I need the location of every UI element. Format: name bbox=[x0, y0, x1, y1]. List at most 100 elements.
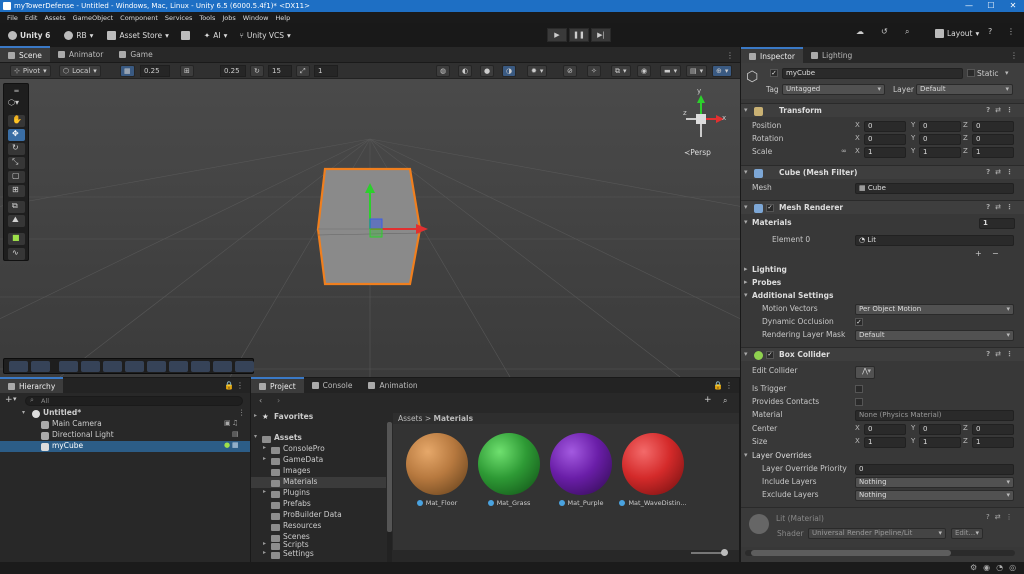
global-view-button[interactable]: ◍ bbox=[436, 65, 451, 77]
rendering-layer-mask-dropdown[interactable]: Default bbox=[855, 330, 1014, 341]
hand-tool-button[interactable]: ✋ bbox=[8, 115, 25, 127]
folder-row[interactable]: ▸ Settings bbox=[251, 549, 386, 560]
perspective-label[interactable]: ≺Persp bbox=[684, 148, 711, 157]
more-icon[interactable]: ⋮ bbox=[238, 408, 246, 417]
more-icon[interactable]: ⋮ bbox=[1010, 51, 1018, 60]
add-object-button[interactable]: + bbox=[5, 395, 13, 405]
more-icon[interactable]: ⋮ bbox=[1007, 27, 1015, 36]
menu-window[interactable]: Window bbox=[243, 14, 269, 22]
grid-size-field[interactable]: 0.25 bbox=[140, 65, 170, 77]
scrollbar-thumb[interactable] bbox=[751, 550, 951, 556]
scale-snap-field[interactable]: 1 bbox=[314, 65, 338, 77]
motion-vectors-dropdown[interactable]: Per Object Motion bbox=[855, 304, 1014, 315]
tab-hierarchy[interactable]: Hierarchy bbox=[0, 377, 64, 393]
hierarchy-item[interactable]: Main Camera ▣ ♫ bbox=[0, 419, 250, 430]
shader-dropdown[interactable]: Universal Render Pipeline/Lit bbox=[808, 528, 946, 539]
remove-element-button[interactable]: − bbox=[992, 249, 999, 258]
menu-gameobject[interactable]: GameObject bbox=[73, 14, 114, 22]
folder-row[interactable]: Images bbox=[251, 466, 386, 477]
size-z[interactable]: 1 bbox=[972, 437, 1014, 448]
box-collider-header[interactable]: ▾ ✓ Box Collider ?⇄⋮ bbox=[741, 347, 1024, 361]
rotate-snap-toggle[interactable]: ↻ bbox=[250, 65, 264, 77]
tab-project[interactable]: Project bbox=[251, 377, 304, 393]
breadcrumb-materials[interactable]: Materials bbox=[434, 414, 474, 423]
forward-arrow-icon[interactable]: › bbox=[277, 396, 280, 405]
position-y[interactable]: 0 bbox=[919, 121, 961, 132]
more-icon[interactable]: ⋮ bbox=[236, 381, 244, 390]
lock-icon[interactable]: 🔒 bbox=[713, 381, 723, 390]
scale-tool-button[interactable]: ⤡ bbox=[8, 157, 25, 169]
box-collider-enabled-checkbox[interactable]: ✓ bbox=[766, 351, 774, 359]
more-icon[interactable]: ⋮ bbox=[725, 381, 733, 390]
breadcrumb-assets[interactable]: Assets bbox=[398, 414, 422, 423]
material-asset[interactable]: Mat_Purple bbox=[547, 433, 615, 508]
hierarchy-scene-row[interactable]: ▾ Untitled* ⋮ bbox=[0, 408, 250, 419]
size-y[interactable]: 1 bbox=[919, 437, 961, 448]
close-button[interactable]: ✕ bbox=[1002, 0, 1024, 12]
mesh-renderer-enabled-checkbox[interactable]: ✓ bbox=[766, 204, 774, 212]
scene-view-dropdown[interactable]: ▤ ▾ bbox=[686, 65, 708, 77]
component-menu-icons[interactable]: ?⇄⋮ bbox=[986, 513, 1018, 521]
material-asset[interactable]: Mat_Grass bbox=[475, 433, 543, 508]
chevron-down-icon[interactable]: ▾ bbox=[1005, 69, 1009, 77]
pb-tool-5[interactable] bbox=[103, 361, 122, 372]
rotation-y[interactable]: 0 bbox=[919, 134, 961, 145]
link-icon[interactable]: ∞ bbox=[841, 147, 847, 155]
mesh-renderer-header[interactable]: ▾ ✓ Mesh Renderer ?⇄⋮ bbox=[741, 200, 1024, 214]
dynamic-occlusion-checkbox[interactable]: ✓ bbox=[855, 318, 863, 326]
scene-viewport[interactable]: y x z ≺Persp bbox=[0, 79, 740, 377]
folder-tree-scrollbar[interactable] bbox=[387, 422, 392, 562]
element0-field[interactable]: ◔ Lit bbox=[855, 235, 1014, 246]
account-dropdown[interactable]: RB ▾ bbox=[64, 30, 93, 40]
favorites-row[interactable]: ▸ ★ Favorites bbox=[251, 412, 386, 423]
lit-material-title[interactable]: Lit (Material) bbox=[776, 514, 824, 523]
minimize-button[interactable]: — bbox=[958, 0, 980, 12]
chevron-down-icon[interactable]: ▾ bbox=[13, 395, 17, 403]
center-x[interactable]: 0 bbox=[864, 424, 906, 435]
expand-arrow-icon[interactable]: ▾ bbox=[22, 409, 25, 416]
layer-overrides-section[interactable]: ▾ Layer Overrides bbox=[741, 450, 1024, 463]
hierarchy-search-input[interactable]: All bbox=[25, 396, 243, 406]
materials-section[interactable]: ▾ Materials 1 bbox=[741, 217, 1024, 230]
provides-contacts-checkbox[interactable] bbox=[855, 398, 863, 406]
shading-solid-button[interactable]: ● bbox=[480, 65, 495, 77]
folder-row[interactable]: ▸ GameData bbox=[251, 455, 386, 466]
exclude-layers-dropdown[interactable]: Nothing bbox=[855, 490, 1014, 501]
object-name-field[interactable]: myCube bbox=[782, 68, 963, 79]
hierarchy-item[interactable]: Directional Light ▤ bbox=[0, 430, 250, 441]
tab-scene[interactable]: Scene bbox=[0, 46, 50, 62]
inspector-horizontal-scrollbar[interactable] bbox=[745, 550, 1015, 556]
tab-game[interactable]: Game bbox=[111, 46, 160, 62]
spline-tool-button[interactable]: ∿ bbox=[8, 248, 25, 260]
status-icons[interactable]: ⚙◉◔◎ bbox=[970, 563, 1022, 572]
mesh-filter-header[interactable]: ▾ Cube (Mesh Filter) ?⇄⋮ bbox=[741, 165, 1024, 179]
more-icon[interactable]: ⋮ bbox=[726, 51, 734, 60]
collider-material-field[interactable]: None (Physics Material) bbox=[855, 410, 1014, 421]
menu-tools[interactable]: Tools bbox=[199, 14, 215, 22]
component-menu-icons[interactable]: ?⇄⋮ bbox=[986, 350, 1018, 358]
menu-help[interactable]: Help bbox=[275, 14, 290, 22]
menu-component[interactable]: Component bbox=[120, 14, 158, 22]
folder-row[interactable]: Resources bbox=[251, 521, 386, 532]
active-checkbox[interactable]: ✓ bbox=[770, 69, 778, 77]
ai-dropdown[interactable]: ✦ AI ▾ bbox=[204, 31, 227, 40]
audio-toggle[interactable]: ⊘ bbox=[563, 65, 577, 77]
shading-wire-button[interactable]: ◐ bbox=[458, 65, 473, 77]
rotation-z[interactable]: 0 bbox=[972, 134, 1014, 145]
folder-row[interactable]: ▸ ConsolePro bbox=[251, 444, 386, 455]
pivot-dropdown[interactable]: ⊹ Pivot ▾ bbox=[10, 65, 51, 77]
layers-visibility-dropdown[interactable]: ⧉ ▾ bbox=[611, 65, 631, 77]
probuilder-tool-button[interactable]: ■ bbox=[8, 233, 25, 245]
probes-section[interactable]: ▸ Probes bbox=[741, 277, 1024, 290]
include-layers-dropdown[interactable]: Nothing bbox=[855, 477, 1014, 488]
play-button[interactable]: ▶ bbox=[547, 28, 567, 42]
package-button[interactable] bbox=[180, 30, 190, 40]
additional-settings-section[interactable]: ▾ Additional Settings bbox=[741, 290, 1024, 303]
is-trigger-checkbox[interactable] bbox=[855, 385, 863, 393]
shading-lit-button[interactable]: ◑ bbox=[502, 65, 517, 77]
snap-value-field[interactable]: 0.25 bbox=[220, 65, 246, 77]
gizmos-dropdown[interactable]: ⊕ ▾ bbox=[712, 65, 733, 77]
pause-button[interactable]: ❚❚ bbox=[569, 28, 589, 42]
lighting-toggle[interactable]: ✹ ▾ bbox=[527, 65, 548, 77]
folder-row[interactable]: ▸ Plugins bbox=[251, 488, 386, 499]
